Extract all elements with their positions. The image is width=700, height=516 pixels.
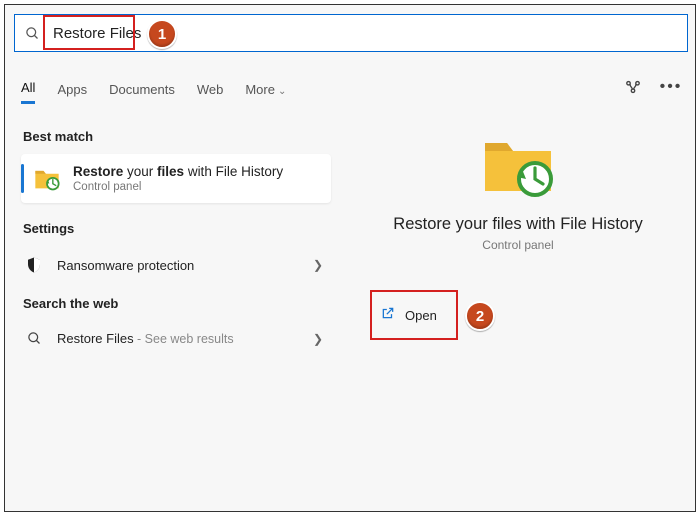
best-match-subtitle: Control panel: [73, 181, 283, 193]
chevron-down-icon: ⌄: [278, 86, 286, 97]
window-frame: 1 All Apps Documents Web More⌄ ••• Best …: [4, 4, 696, 512]
web-item-restore-files[interactable]: Restore Files - See web results ❯: [21, 321, 331, 356]
search-icon: [15, 26, 49, 41]
section-best-match: Best match: [23, 129, 331, 144]
more-options-icon[interactable]: •••: [661, 77, 681, 97]
open-external-icon: [381, 306, 395, 325]
section-settings: Settings: [23, 221, 331, 236]
annotation-step-2: 2: [465, 301, 495, 331]
chevron-right-icon: ❯: [313, 332, 323, 346]
best-match-result[interactable]: Restore your files with File History Con…: [21, 154, 331, 203]
search-icon: [25, 331, 43, 346]
tab-all[interactable]: All: [21, 80, 35, 104]
section-search-web: Search the web: [23, 296, 331, 311]
search-bar[interactable]: [14, 14, 688, 52]
file-history-icon: [33, 165, 61, 193]
tab-more[interactable]: More⌄: [245, 82, 286, 103]
preview-subtitle: Control panel: [357, 238, 679, 252]
annotation-step-1: 1: [147, 19, 177, 49]
tab-apps[interactable]: Apps: [57, 82, 87, 103]
tab-web[interactable]: Web: [197, 82, 224, 103]
flow-icon[interactable]: [623, 77, 643, 97]
shield-icon: [25, 256, 43, 274]
preview-title: Restore your files with File History: [357, 215, 679, 234]
open-button[interactable]: Open: [373, 292, 453, 338]
preview-panel: Restore your files with File History Con…: [357, 123, 679, 252]
settings-item-ransomware[interactable]: Ransomware protection ❯: [21, 246, 331, 284]
settings-item-label: Ransomware protection: [57, 258, 194, 273]
best-match-title: Restore your files with File History: [73, 164, 283, 179]
selection-accent: [21, 164, 24, 193]
filter-tabs: All Apps Documents Web More⌄: [21, 80, 286, 104]
web-item-label: Restore Files - See web results: [57, 331, 234, 346]
chevron-right-icon: ❯: [313, 258, 323, 272]
preview-icon: [357, 135, 679, 197]
open-label: Open: [405, 308, 437, 323]
tab-documents[interactable]: Documents: [109, 82, 175, 103]
